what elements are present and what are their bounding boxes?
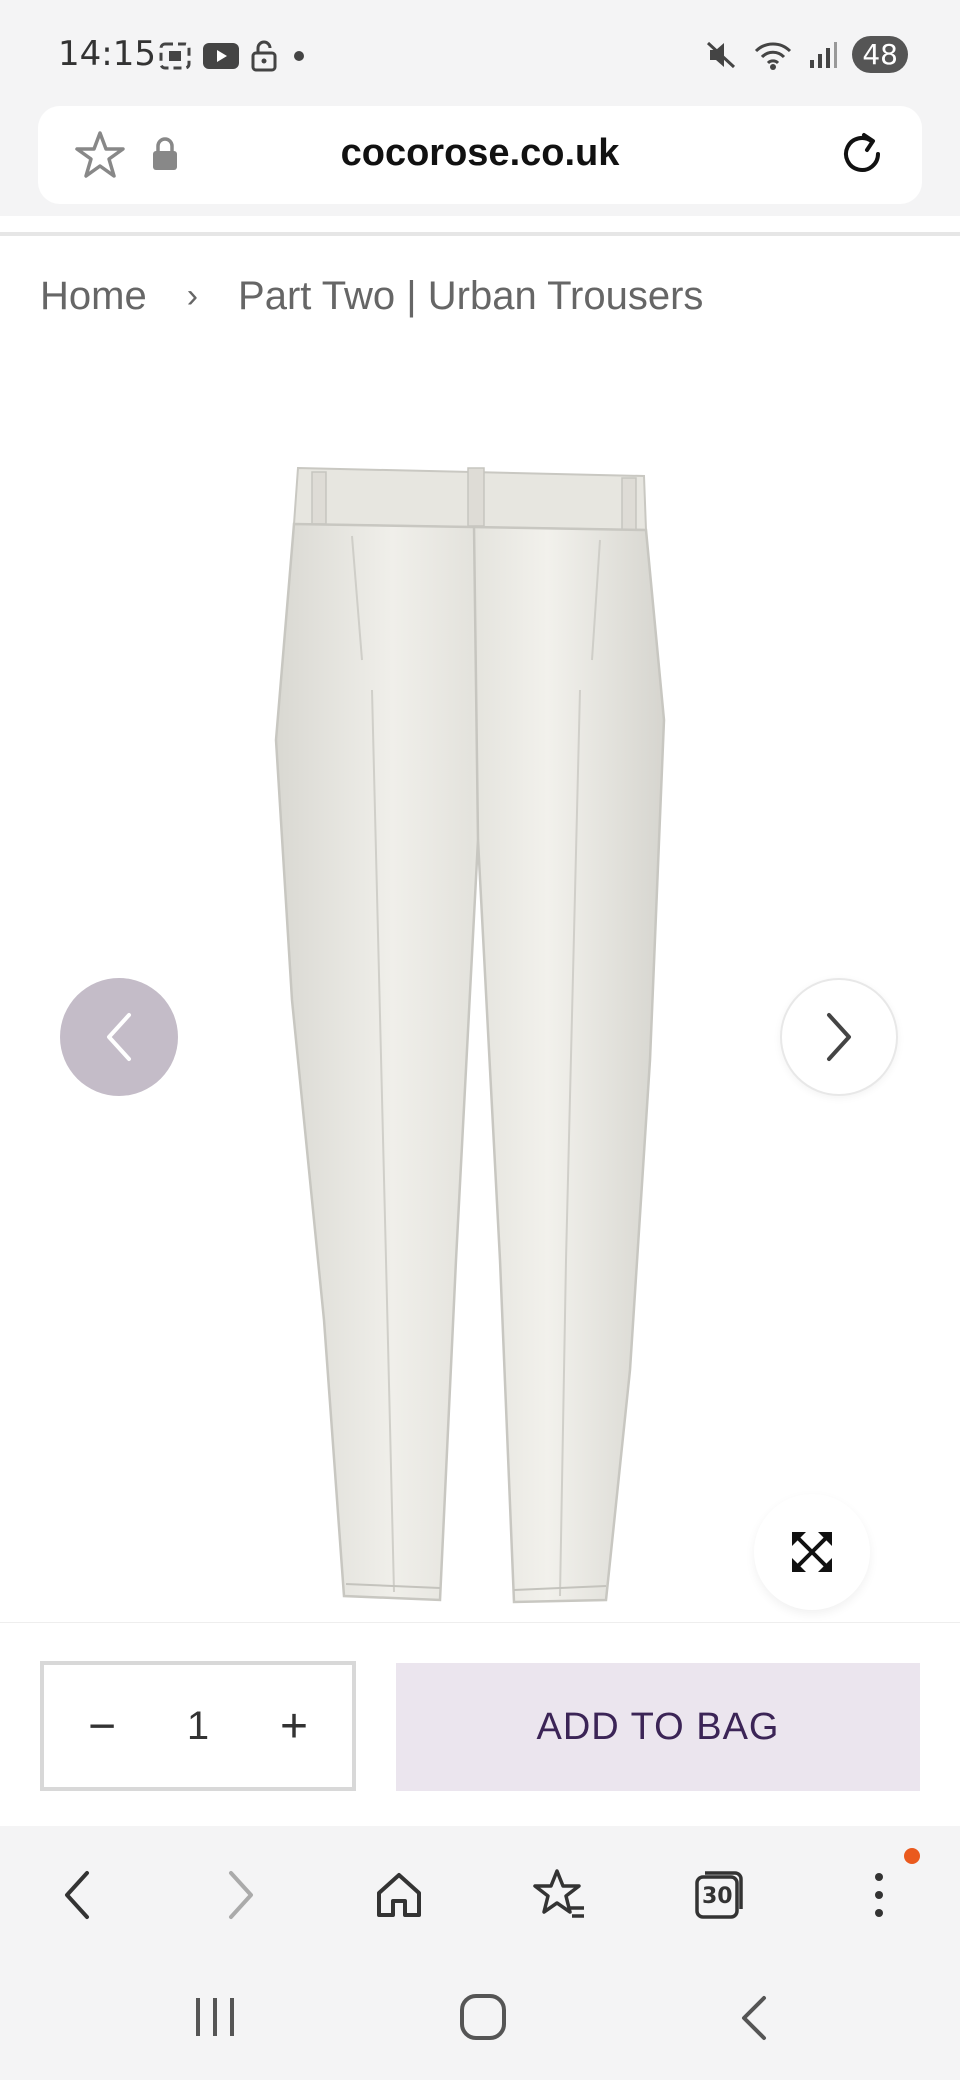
browser-back-button[interactable] bbox=[42, 1860, 112, 1930]
system-back-icon bbox=[742, 1996, 766, 2040]
breadcrumb-separator: › bbox=[186, 277, 199, 315]
system-home-button[interactable] bbox=[458, 1992, 508, 2047]
youtube-icon bbox=[203, 43, 239, 69]
signal-icon bbox=[810, 41, 838, 68]
mute-icon bbox=[707, 41, 736, 68]
screenshot-icon bbox=[159, 42, 191, 70]
quantity-decrease-button[interactable]: − bbox=[82, 1699, 122, 1754]
chevron-left-icon bbox=[107, 1013, 131, 1061]
quantity-stepper: − 1 + bbox=[40, 1661, 356, 1791]
more-vertical-icon bbox=[875, 1873, 883, 1917]
wifi-icon bbox=[755, 41, 792, 70]
browser-toolbar: 30 bbox=[0, 1826, 960, 1958]
quantity-increase-button[interactable]: + bbox=[274, 1699, 314, 1754]
reload-icon[interactable] bbox=[834, 126, 890, 182]
status-bar: 14:15 48 bbox=[0, 0, 960, 106]
home-icon bbox=[377, 1873, 421, 1917]
dot-icon bbox=[294, 51, 304, 61]
lock-open-icon bbox=[251, 40, 277, 72]
breadcrumb-current: Part Two | Urban Trousers bbox=[238, 274, 704, 318]
forward-arrow-icon bbox=[229, 1871, 253, 1919]
battery-badge: 48 bbox=[852, 36, 908, 73]
header-divider bbox=[0, 232, 960, 236]
browser-home-button[interactable] bbox=[364, 1860, 434, 1930]
expand-image-button[interactable] bbox=[754, 1494, 870, 1610]
quantity-value[interactable]: 1 bbox=[187, 1704, 209, 1749]
browser-tabs-button[interactable]: 30 bbox=[684, 1860, 754, 1930]
gallery-prev-button[interactable] bbox=[60, 978, 178, 1096]
expand-icon bbox=[792, 1532, 832, 1572]
add-to-bag-button[interactable]: ADD TO BAG bbox=[396, 1663, 920, 1791]
gallery-next-button[interactable] bbox=[780, 978, 898, 1096]
breadcrumb-home[interactable]: Home bbox=[40, 274, 147, 319]
recent-apps-icon bbox=[196, 1998, 234, 2036]
chevron-right-icon bbox=[827, 1013, 851, 1061]
address-bar-area: cocorose.co.uk bbox=[0, 106, 960, 216]
notification-dot bbox=[904, 1848, 920, 1864]
browser-bookmarks-button[interactable] bbox=[524, 1860, 594, 1930]
url-text[interactable]: cocorose.co.uk bbox=[38, 132, 922, 175]
system-home-icon bbox=[460, 1994, 506, 2040]
status-icons-right: 48 bbox=[704, 36, 908, 73]
system-back-button[interactable] bbox=[734, 1992, 774, 2049]
breadcrumb: Home › Part Two | Urban Trousers bbox=[40, 274, 703, 319]
system-navigation-bar bbox=[0, 1958, 960, 2080]
bookmarks-star-icon bbox=[533, 1869, 584, 1918]
browser-menu-button[interactable] bbox=[844, 1860, 914, 1930]
purchase-bar: − 1 + ADD TO BAG bbox=[0, 1622, 960, 1826]
status-time: 14:15 bbox=[58, 34, 156, 74]
recent-apps-button[interactable] bbox=[190, 1994, 240, 2045]
address-bar[interactable]: cocorose.co.uk bbox=[38, 106, 922, 204]
back-arrow-icon bbox=[65, 1871, 89, 1919]
tabs-count: 30 bbox=[702, 1884, 733, 1909]
browser-forward-button[interactable] bbox=[206, 1860, 276, 1930]
product-image-gallery[interactable] bbox=[0, 360, 960, 1620]
status-icons-left bbox=[158, 40, 310, 72]
